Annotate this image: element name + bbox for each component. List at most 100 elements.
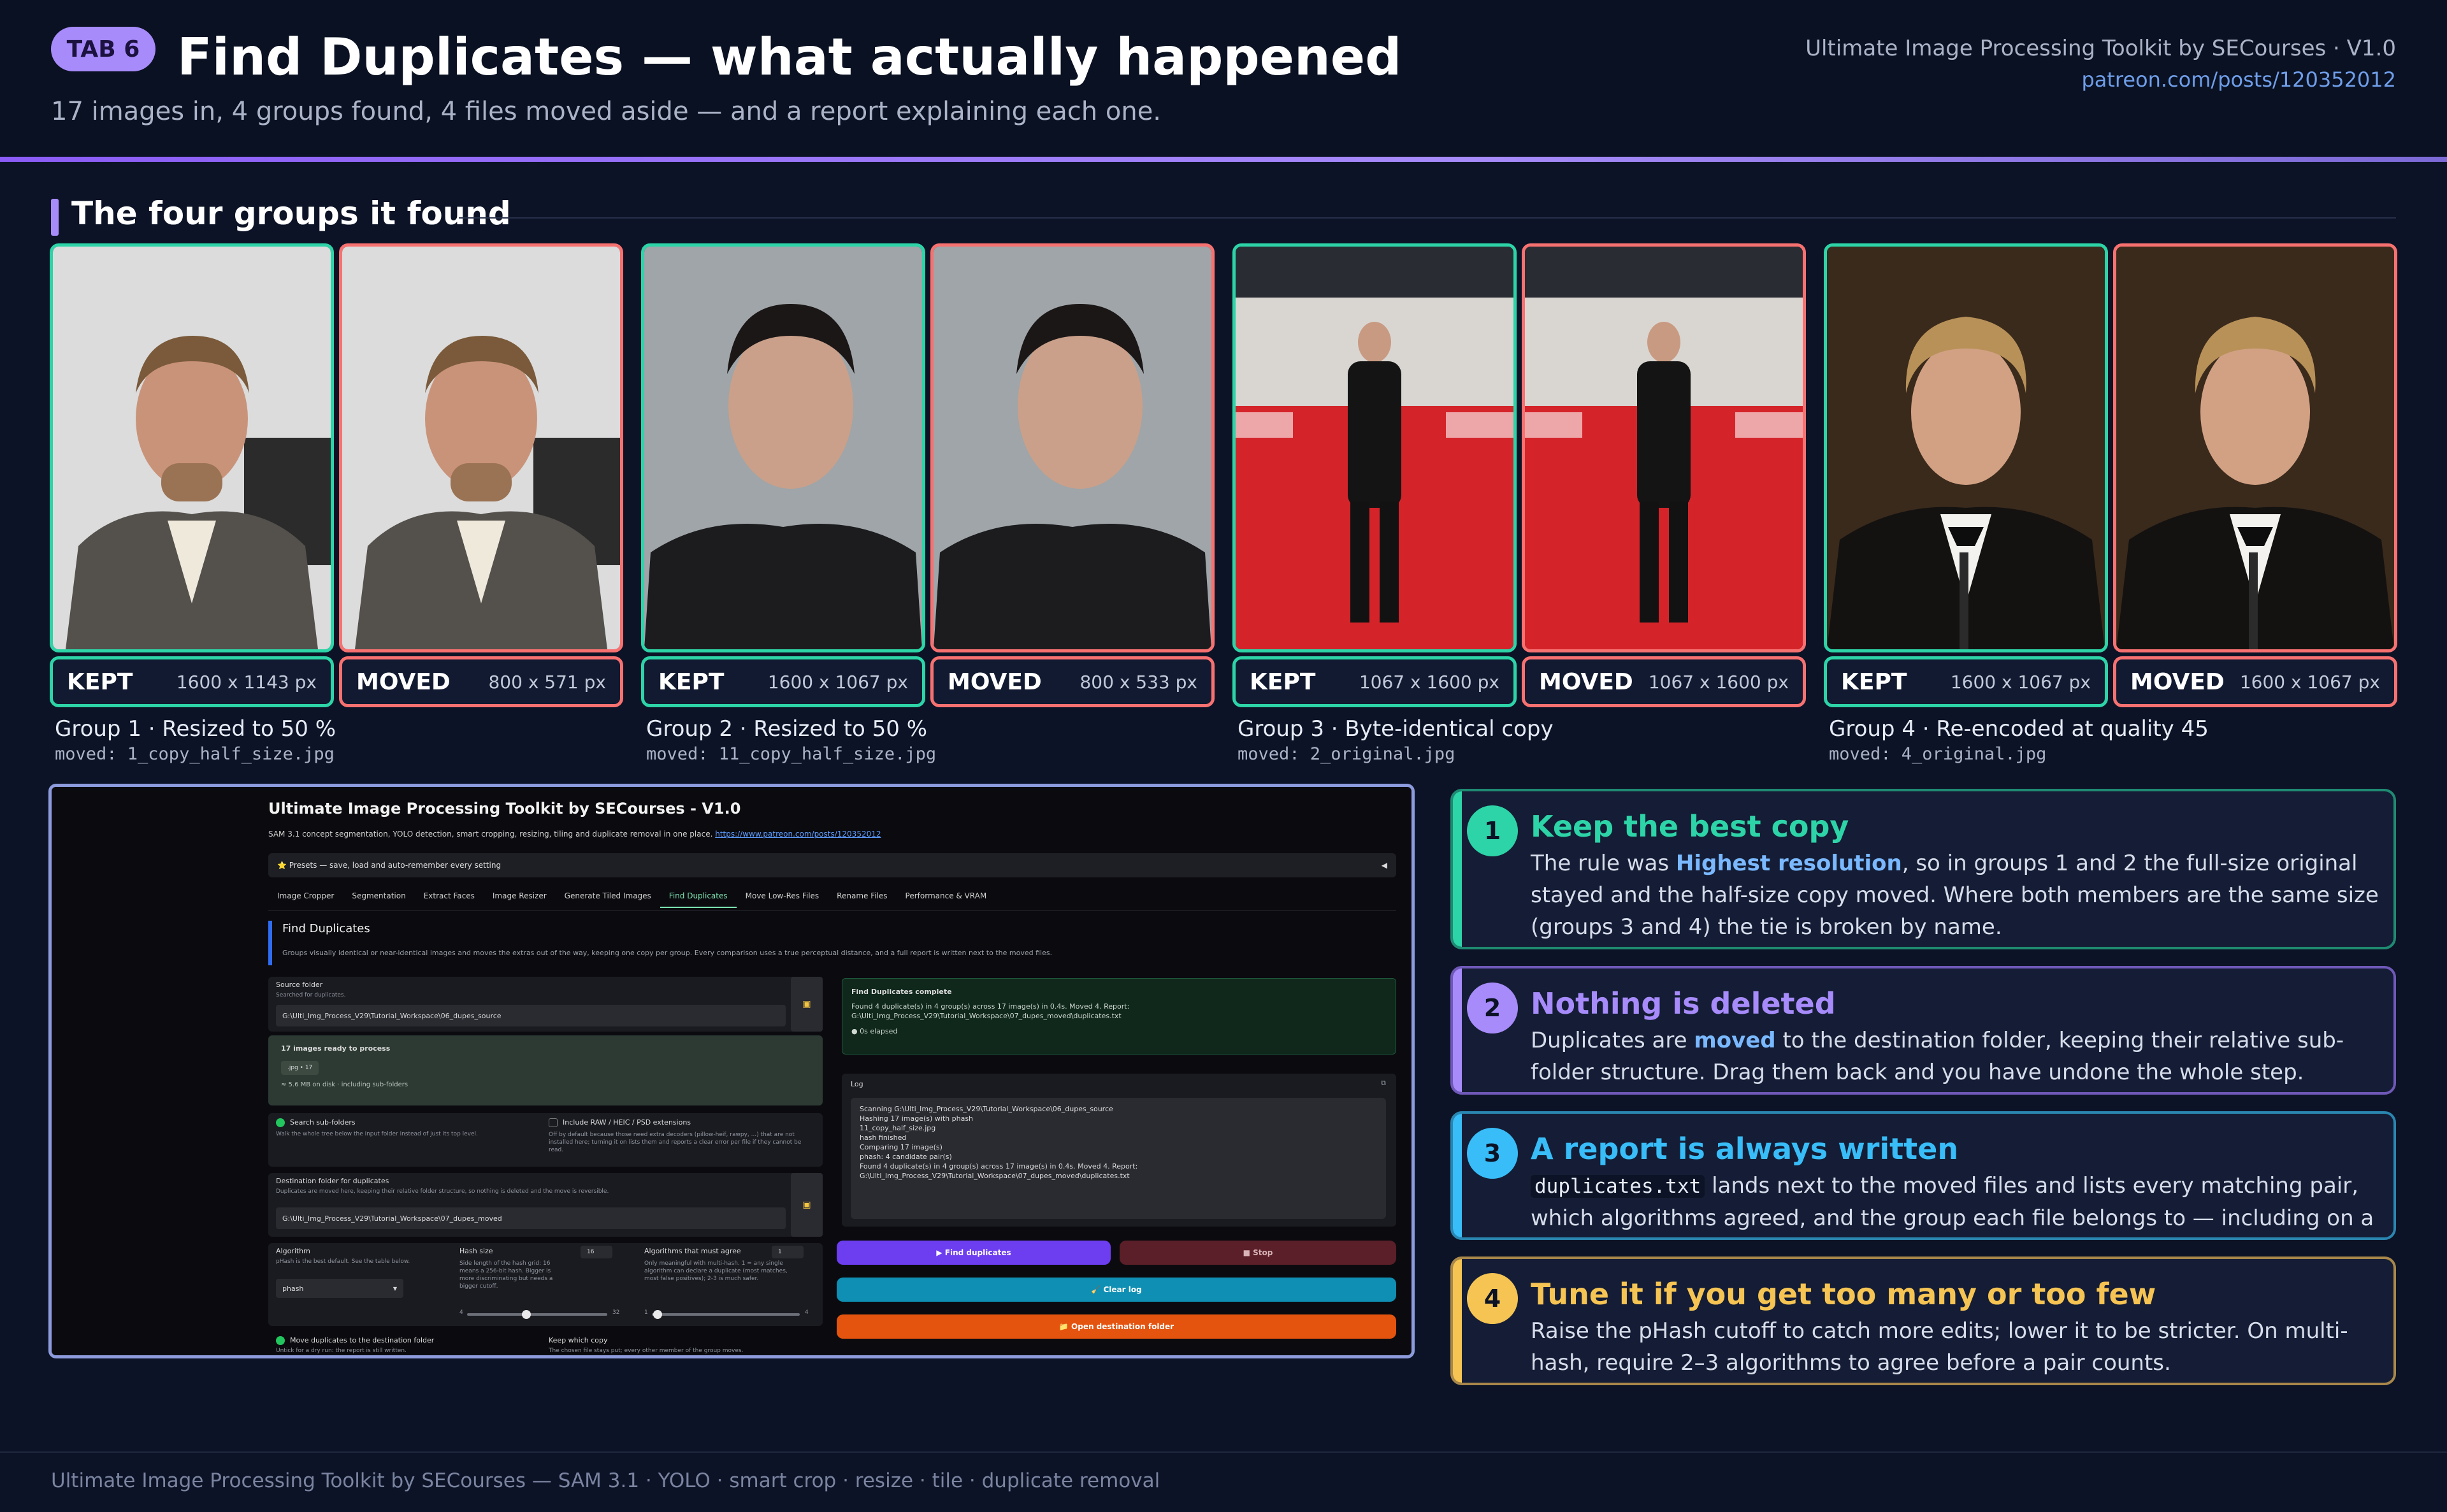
status-label: KEPT bbox=[67, 668, 133, 695]
tab-image-cropper[interactable]: Image Cropper bbox=[268, 889, 343, 908]
tab-extract-faces[interactable]: Extract Faces bbox=[415, 889, 484, 908]
image-dimensions: 1600 x 1067 px bbox=[2239, 671, 2380, 693]
agree-number[interactable]: 1 bbox=[772, 1246, 804, 1258]
section-accent bbox=[268, 921, 272, 965]
group-2-moved-tag: MOVED 800 x 533 px bbox=[930, 656, 1215, 707]
group-4-moved-card: MOVED 1600 x 1067 px bbox=[2113, 243, 2397, 709]
group-3-moved-file: moved: 2_original.jpg bbox=[1238, 744, 1455, 764]
algorithm-select[interactable]: phash ▼ bbox=[276, 1279, 403, 1298]
tab-generate-tiled-images[interactable]: Generate Tiled Images bbox=[556, 889, 660, 908]
chevron-left-icon: ◀ bbox=[1381, 861, 1387, 870]
source-folder-sub: Searched for duplicates. bbox=[276, 992, 346, 998]
move-duplicates-sub: Untick for a dry run: the report is stil… bbox=[276, 1348, 407, 1354]
tip-number: 2 bbox=[1467, 983, 1518, 1033]
footer-text: Ultimate Image Processing Toolkit by SEC… bbox=[51, 1469, 1160, 1492]
group-3-moved-card: MOVED 1067 x 1600 px bbox=[1522, 243, 1806, 709]
group-1-moved-card: MOVED 800 x 571 px bbox=[339, 243, 623, 709]
dest-folder-label: Destination folder for duplicates bbox=[276, 1177, 389, 1185]
tab-find-duplicates[interactable]: Find Duplicates bbox=[660, 889, 737, 908]
algorithm-label: Algorithm bbox=[276, 1247, 310, 1255]
stop-button[interactable]: ■ Stop bbox=[1120, 1241, 1396, 1265]
tab-move-low-res-files[interactable]: Move Low-Res Files bbox=[737, 889, 828, 908]
page-title: Find Duplicates — what actually happened bbox=[177, 27, 1402, 87]
patreon-link[interactable]: patreon.com/posts/120352012 bbox=[2081, 68, 2396, 92]
tip-code: duplicates.txt bbox=[1531, 1175, 1705, 1198]
keep-copy-label: Keep which copy bbox=[549, 1336, 608, 1344]
complete-panel: Find Duplicates complete Found 4 duplica… bbox=[842, 978, 1396, 1055]
folder-icon[interactable]: ▣ bbox=[791, 1173, 823, 1237]
hash-size-number[interactable]: 16 bbox=[581, 1246, 612, 1258]
app-section-title: Find Duplicates bbox=[282, 922, 370, 935]
tip-body: Raise the pHash cutoff to catch more edi… bbox=[1531, 1318, 2348, 1376]
algorithm-sub: pHash is the best default. See the table… bbox=[276, 1258, 410, 1265]
hash-size-min: 4 bbox=[459, 1309, 463, 1316]
keep-copy-sub: The chosen file stays put; every other m… bbox=[549, 1348, 744, 1354]
tab-performance-vram[interactable]: Performance & VRAM bbox=[897, 889, 996, 908]
hash-size-slider[interactable] bbox=[467, 1313, 607, 1316]
tip-card-2: 2 Nothing is deleted Duplicates are move… bbox=[1450, 966, 2396, 1095]
tip-title: A report is always written bbox=[1531, 1132, 1959, 1166]
group-2-moved-photo bbox=[930, 243, 1215, 652]
group-3-caption: Group 3 · Byte-identical copy bbox=[1238, 716, 1554, 742]
group-1-moved-file: moved: 1_copy_half_size.jpg bbox=[55, 744, 335, 764]
source-folder-input[interactable]: G:\Ulti_Img_Process_V29\Tutorial_Workspa… bbox=[276, 1005, 786, 1026]
app-section-desc: Groups visually identical or near-identi… bbox=[282, 949, 1053, 957]
section-title: The four groups it found bbox=[71, 195, 511, 232]
tip-number: 1 bbox=[1467, 805, 1518, 856]
open-destination-button[interactable]: 📁 Open destination folder bbox=[837, 1314, 1396, 1339]
log-line: hash finished bbox=[860, 1134, 907, 1142]
checkbox-checked-icon[interactable] bbox=[276, 1336, 285, 1345]
tip-number: 4 bbox=[1467, 1273, 1518, 1324]
image-dimensions: 1067 x 1600 px bbox=[1648, 671, 1789, 693]
tip-accent bbox=[1453, 1259, 1462, 1383]
agree-label: Algorithms that must agree bbox=[644, 1247, 741, 1255]
tip-accent bbox=[1453, 1114, 1462, 1237]
tab-rename-files[interactable]: Rename Files bbox=[828, 889, 896, 908]
log-line: Found 4 duplicate(s) in 4 group(s) acros… bbox=[860, 1162, 1138, 1170]
log-textarea[interactable]: Scanning G:\Ulti_Img_Process_V29\Tutoria… bbox=[851, 1098, 1386, 1219]
group-2-caption: Group 2 · Resized to 50 % bbox=[646, 716, 928, 742]
ready-title: 17 images ready to process bbox=[281, 1044, 391, 1053]
tip-accent bbox=[1453, 791, 1462, 947]
tab-segmentation[interactable]: Segmentation bbox=[343, 889, 414, 908]
ready-panel: 17 images ready to process .jpg • 17 ≈ 5… bbox=[268, 1035, 823, 1105]
status-label: KEPT bbox=[1841, 668, 1907, 695]
agree-slider[interactable] bbox=[652, 1313, 800, 1316]
hash-size-desc: Side length of the hash grid: 16 means a… bbox=[459, 1260, 553, 1290]
presets-accordion[interactable]: ⭐ Presets — save, load and auto-remember… bbox=[268, 853, 1396, 877]
find-duplicates-button[interactable]: ▶ Find duplicates bbox=[837, 1241, 1111, 1265]
app-desc-link[interactable]: https://www.patreon.com/posts/120352012 bbox=[715, 830, 881, 839]
checkbox-unchecked-icon[interactable] bbox=[549, 1118, 558, 1127]
log-line: G:\Ulti_Img_Process_V29\Tutorial_Workspa… bbox=[860, 1172, 1130, 1180]
tip-title: Tune it if you get too many or too few bbox=[1531, 1277, 2156, 1311]
group-3-kept-card: KEPT 1067 x 1600 px bbox=[1232, 243, 1517, 709]
dest-folder-input[interactable]: G:\Ulti_Img_Process_V29\Tutorial_Workspa… bbox=[276, 1207, 786, 1229]
tip-body: Duplicates are moved to the destination … bbox=[1531, 1025, 2385, 1088]
copy-icon[interactable]: ⧉ bbox=[1381, 1079, 1386, 1088]
search-subfolders-label: Search sub-folders bbox=[290, 1118, 356, 1127]
group-4-kept-tag: KEPT 1600 x 1067 px bbox=[1824, 656, 2108, 707]
status-label: KEPT bbox=[658, 668, 725, 695]
clear-log-button[interactable]: 🧹 Clear log bbox=[837, 1278, 1396, 1302]
checkbox-checked-icon[interactable] bbox=[276, 1118, 285, 1127]
tab-image-resizer[interactable]: Image Resizer bbox=[484, 889, 556, 908]
log-line: Hashing 17 image(s) with phash bbox=[860, 1114, 974, 1123]
group-4-moved-photo bbox=[2113, 243, 2397, 652]
log-line: phash: 4 candidate pair(s) bbox=[860, 1153, 952, 1161]
group-1-kept-card: KEPT 1600 x 1143 px bbox=[50, 243, 334, 709]
tip-body: The rule was Highest resolution, so in g… bbox=[1531, 847, 2385, 943]
group-4-caption: Group 4 · Re-encoded at quality 45 bbox=[1829, 716, 2209, 742]
ready-size: ≈ 5.6 MB on disk · including sub-folders bbox=[281, 1081, 408, 1088]
slider-handle[interactable] bbox=[653, 1310, 662, 1319]
group-2-kept-tag: KEPT 1600 x 1067 px bbox=[641, 656, 925, 707]
folder-icon[interactable]: ▣ bbox=[791, 977, 823, 1032]
chevron-down-icon: ▼ bbox=[393, 1285, 397, 1292]
log-line: 11_copy_half_size.jpg bbox=[860, 1124, 936, 1132]
group-3-kept-tag: KEPT 1067 x 1600 px bbox=[1232, 656, 1517, 707]
image-dimensions: 1067 x 1600 px bbox=[1359, 671, 1499, 693]
elapsed-text: 0s elapsed bbox=[860, 1027, 898, 1035]
slider-handle[interactable] bbox=[522, 1310, 531, 1319]
log-line: Comparing 17 image(s) bbox=[860, 1143, 942, 1151]
group-1-moved-photo bbox=[339, 243, 623, 652]
status-label: MOVED bbox=[2130, 668, 2225, 695]
